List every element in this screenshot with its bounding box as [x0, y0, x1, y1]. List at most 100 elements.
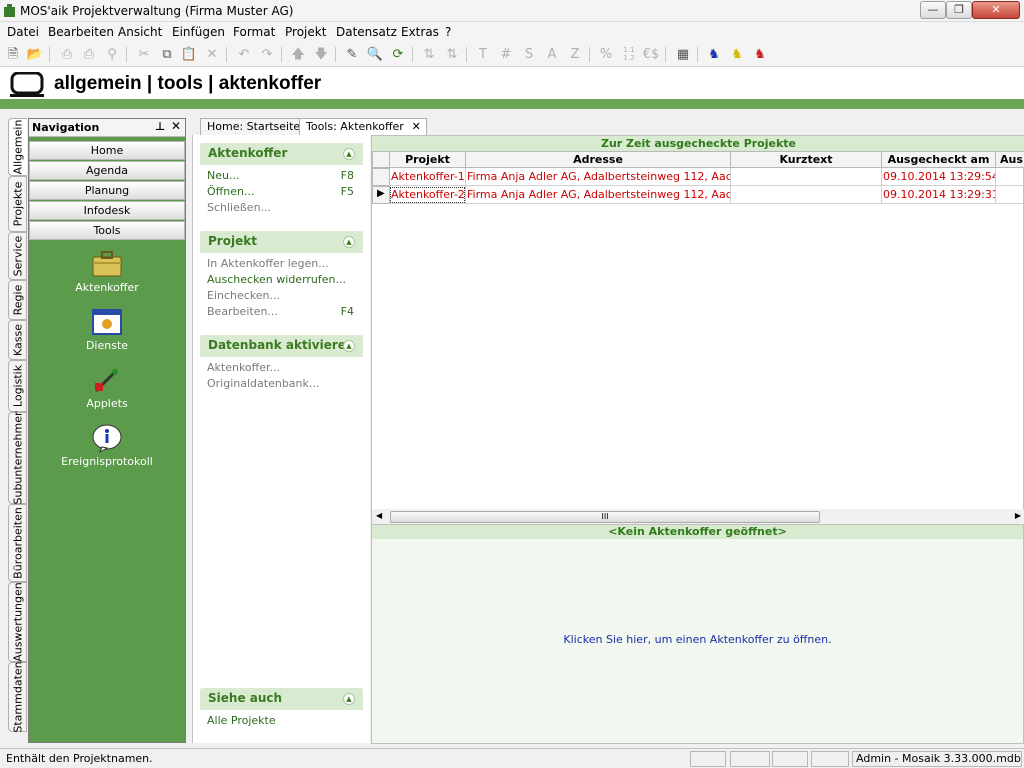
nav-button-home[interactable]: Home — [29, 141, 185, 160]
decimal-format-icon[interactable]: 1.1 1.2 — [620, 46, 638, 63]
tab-kasse[interactable]: Kasse — [8, 320, 27, 360]
cell-projekt[interactable]: Aktenkoffer-2 — [389, 186, 466, 204]
cell-ausgecheckt-am[interactable]: 09.10.2014 13:29:31 — [881, 186, 996, 204]
horizontal-scrollbar[interactable]: ◀ III ▶ — [372, 509, 1024, 525]
task-link-schliessen[interactable]: Schließen... — [207, 200, 356, 216]
sort-descending-icon[interactable]: ⇅ — [443, 46, 461, 63]
tab-tools-aktenkoffer[interactable]: Tools: Aktenkoffer ✕ — [299, 118, 427, 135]
user-yellow-icon[interactable]: ♞ — [728, 46, 746, 63]
cell-aus[interactable] — [995, 186, 1024, 204]
column-header-aus[interactable]: Aus — [995, 151, 1024, 168]
currency-button[interactable]: €$ — [642, 46, 660, 63]
nav-button-agenda[interactable]: Agenda — [29, 161, 185, 180]
maximize-button[interactable]: ❐ — [946, 1, 972, 19]
cell-projekt[interactable]: Aktenkoffer-1 — [389, 168, 466, 186]
percent-button[interactable]: % — [597, 46, 615, 63]
scroll-thumb[interactable]: III — [390, 511, 820, 523]
tab-allgemein[interactable]: Allgemein — [8, 118, 27, 176]
task-link-einchecken[interactable]: Einchecken... — [207, 288, 356, 304]
task-link-oeffnen[interactable]: Öffnen... F5 — [207, 184, 356, 200]
format-z-button[interactable]: Z — [566, 46, 584, 63]
task-link-neu[interactable]: Neu... F8 — [207, 168, 356, 184]
collapse-icon[interactable]: ▲ — [343, 236, 355, 248]
search-icon[interactable]: 🔍 — [366, 46, 384, 63]
column-header-adresse[interactable]: Adresse — [465, 151, 731, 168]
paste-icon[interactable]: 📋 — [180, 46, 198, 63]
menu-bearbeiten[interactable]: Bearbeiten — [48, 25, 114, 39]
tab-regie[interactable]: Regie — [8, 280, 27, 320]
scroll-right-icon[interactable]: ▶ — [1015, 511, 1021, 520]
column-header-ausgecheckt-am[interactable]: Ausgecheckt am — [881, 151, 996, 168]
tab-bueroarbeiten[interactable]: Büroarbeiten — [8, 504, 27, 582]
cell-adresse[interactable]: Firma Anja Adler AG, Adalbertsteinweg 11… — [465, 186, 731, 204]
task-link-auschecken-widerrufen[interactable]: Auschecken widerrufen... — [207, 272, 356, 288]
nav-button-tools[interactable]: Tools — [29, 221, 185, 240]
pin-icon[interactable]: ⊥ — [155, 120, 165, 133]
print-preview-icon[interactable]: ⚲ — [103, 46, 121, 63]
format-text-button[interactable]: T — [474, 46, 492, 63]
copy-icon[interactable]: ⧉ — [158, 46, 176, 63]
undo-icon[interactable]: ↶ — [235, 46, 253, 63]
nav-item-aktenkoffer[interactable]: Aktenkoffer — [29, 249, 185, 294]
cell-kurztext[interactable] — [730, 168, 882, 186]
task-group-header[interactable]: Aktenkoffer ▲ — [200, 143, 363, 165]
print-setup-icon[interactable]: ⎙ — [80, 46, 98, 63]
tab-auswertungen[interactable]: Auswertungen — [8, 582, 27, 662]
format-sum-button[interactable]: S — [520, 46, 538, 63]
menu-ansicht[interactable]: Ansicht — [118, 25, 162, 39]
check-grid-icon[interactable]: ▦ — [674, 46, 692, 63]
format-number-button[interactable]: # — [497, 46, 515, 63]
scroll-left-icon[interactable]: ◀ — [376, 511, 382, 520]
delete-icon[interactable]: ✕ — [203, 46, 221, 63]
tab-projekte[interactable]: Projekte — [8, 176, 27, 232]
minimize-button[interactable]: — — [920, 1, 946, 19]
nav-button-planung[interactable]: Planung — [29, 181, 185, 200]
menu-extras[interactable]: Extras — [401, 25, 439, 39]
menu-einfuegen[interactable]: Einfügen — [172, 25, 225, 39]
task-link-originaldatenbank[interactable]: Originaldatenbank... — [207, 376, 356, 392]
user-red-icon[interactable]: ♞ — [751, 46, 769, 63]
tab-subunternehmer[interactable]: Subunternehmer — [8, 411, 27, 505]
sort-ascending-icon[interactable]: ⇅ — [420, 46, 438, 63]
arrow-down-icon[interactable]: 🡇 — [312, 46, 330, 63]
task-link-aktenkoffer[interactable]: Aktenkoffer... — [207, 360, 356, 376]
tab-stammdaten[interactable]: Stammdaten — [8, 661, 27, 733]
cell-aus[interactable] — [995, 168, 1024, 186]
close-icon[interactable]: ✕ — [171, 119, 181, 133]
nav-item-applets[interactable]: Applets — [29, 365, 185, 410]
collapse-icon[interactable]: ▲ — [343, 340, 355, 352]
menu-datei[interactable]: Datei — [7, 25, 39, 39]
new-document-icon[interactable]: 🗎 — [4, 46, 22, 63]
cell-ausgecheckt-am[interactable]: 09.10.2014 13:29:54 — [881, 168, 996, 186]
refresh-icon[interactable]: ⟳ — [389, 46, 407, 63]
print-icon[interactable]: ⎙ — [58, 46, 76, 63]
tab-service[interactable]: Service — [8, 232, 27, 280]
task-group-header[interactable]: Siehe auch ▲ — [200, 688, 363, 710]
collapse-icon[interactable]: ▲ — [343, 693, 355, 705]
tab-home-startseite[interactable]: Home: Startseite — [200, 118, 308, 135]
menu-format[interactable]: Format — [233, 25, 275, 39]
task-link-bearbeiten[interactable]: Bearbeiten... F4 — [207, 304, 356, 320]
open-briefcase-link[interactable]: Klicken Sie hier, um einen Aktenkoffer z… — [372, 633, 1023, 646]
row-selector[interactable]: ▶ — [372, 186, 390, 204]
pencil-icon[interactable]: ✎ — [343, 46, 361, 63]
nav-item-ereignisprotokoll[interactable]: Ereignisprotokoll — [29, 423, 185, 468]
task-link-alle-projekte[interactable]: Alle Projekte — [207, 713, 356, 729]
task-group-header[interactable]: Datenbank aktivieren ▲ — [200, 335, 363, 357]
collapse-icon[interactable]: ▲ — [343, 148, 355, 160]
column-header-projekt[interactable]: Projekt — [389, 151, 466, 168]
open-folder-icon[interactable]: 📂 — [26, 46, 44, 63]
menu-projekt[interactable]: Projekt — [285, 25, 326, 39]
nav-button-infodesk[interactable]: Infodesk — [29, 201, 185, 220]
format-a-button[interactable]: A — [543, 46, 561, 63]
column-header-kurztext[interactable]: Kurztext — [730, 151, 882, 168]
arrow-up-icon[interactable]: 🡅 — [289, 46, 307, 63]
cell-kurztext[interactable] — [730, 186, 882, 204]
close-tab-icon[interactable]: ✕ — [412, 120, 421, 133]
tab-logistik[interactable]: Logistik — [8, 360, 27, 412]
task-link-in-aktenkoffer-legen[interactable]: In Aktenkoffer legen... — [207, 256, 356, 272]
menu-datensatz[interactable]: Datensatz — [336, 25, 397, 39]
nav-item-dienste[interactable]: Dienste — [29, 307, 185, 352]
user-blue-icon[interactable]: ♞ — [705, 46, 723, 63]
close-button[interactable]: ✕ — [972, 1, 1020, 19]
